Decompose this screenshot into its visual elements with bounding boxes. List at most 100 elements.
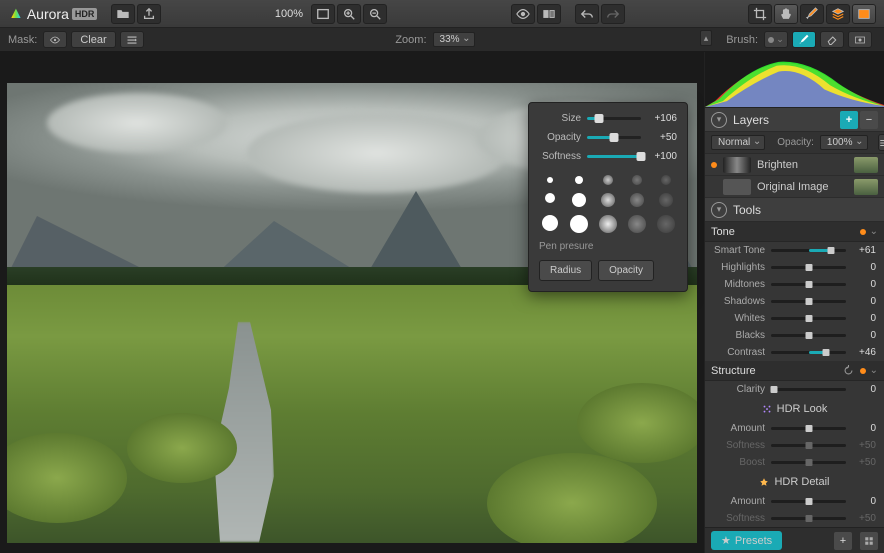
layers-disclosure-icon[interactable]: ▾ [711, 112, 727, 128]
layer-opacity-dropdown[interactable]: 100% [820, 135, 868, 150]
brush-softness-value: +100 [647, 151, 677, 162]
reset-icon[interactable] [843, 365, 854, 376]
brush-preset[interactable] [545, 193, 555, 203]
tone-slider[interactable] [771, 334, 846, 337]
histogram[interactable] [705, 52, 884, 108]
hdr-detail-slider[interactable] [771, 500, 846, 503]
tone-slider[interactable] [771, 317, 846, 320]
hdr-look-icon [762, 404, 772, 414]
histogram-tool-button[interactable] [852, 4, 876, 24]
brush-preset[interactable] [628, 215, 646, 233]
brush-label: Brush: [726, 34, 758, 46]
brush-preset[interactable] [630, 193, 644, 207]
hand-tool-button[interactable] [774, 4, 798, 24]
compare-button[interactable] [537, 4, 561, 24]
brush-preset[interactable] [661, 175, 671, 185]
top-toolbar: ▲ Aurora HDR 100% [0, 0, 884, 28]
layer-item-brighten[interactable]: Brighten [705, 154, 884, 176]
gradient-mask-button[interactable] [848, 31, 872, 48]
brush-preset[interactable] [601, 193, 615, 207]
structure-section-header[interactable]: Structure ⌄ [705, 361, 884, 381]
hdr-look-label: Boost [713, 457, 765, 468]
brush-preset[interactable] [632, 175, 642, 185]
tools-disclosure-icon[interactable]: ▾ [711, 202, 727, 218]
hdr-look-value: +50 [852, 440, 876, 451]
brush-preset[interactable] [659, 193, 673, 207]
hdr-look-label: Softness [713, 440, 765, 451]
fit-screen-button[interactable] [311, 4, 335, 24]
preset-menu-button[interactable] [860, 532, 878, 550]
brush-tool-button[interactable] [800, 4, 824, 24]
brush-preset[interactable] [547, 177, 553, 183]
paint-brush-button[interactable] [792, 31, 816, 48]
brush-preset[interactable] [570, 215, 588, 233]
layer-item-original[interactable]: Original Image [705, 176, 884, 198]
tools-panel-header: ▾ Tools [705, 198, 884, 222]
brush-size-slider[interactable] [587, 117, 641, 120]
brush-softness-slider[interactable] [587, 155, 641, 158]
add-layer-button[interactable]: + [840, 111, 858, 129]
tone-slider[interactable] [771, 300, 846, 303]
chevron-down-icon: ⌄ [870, 226, 878, 237]
sidebar-collapse-button[interactable]: ▴ [700, 30, 712, 46]
brush-opacity-label: Opacity [539, 132, 581, 143]
clear-mask-button[interactable]: Clear [71, 31, 115, 48]
layer-name: Original Image [757, 181, 829, 193]
brush-preset-grid [539, 170, 677, 233]
blend-mode-dropdown[interactable]: Normal [711, 135, 765, 150]
brush-opacity-slider[interactable] [587, 136, 641, 139]
tone-section-header[interactable]: Tone ⌄ [705, 222, 884, 242]
layer-active-icon [711, 162, 717, 168]
tools-scroll-area[interactable]: Tone ⌄ Smart Tone+61Highlights0Midtones0… [705, 222, 884, 527]
preview-toggle-button[interactable] [511, 4, 535, 24]
crop-tool-button[interactable] [748, 4, 772, 24]
tone-label: Blacks [713, 330, 765, 341]
brush-preset[interactable] [603, 175, 613, 185]
open-file-button[interactable] [111, 4, 135, 24]
zoom-in-button[interactable] [337, 4, 361, 24]
hdr-detail-value: 0 [852, 496, 876, 507]
layer-mask-thumb [723, 179, 751, 195]
hdr-look-slider[interactable] [771, 427, 846, 430]
layers-tool-button[interactable] [826, 4, 850, 24]
tone-slider[interactable] [771, 351, 846, 354]
brush-preset-dropdown[interactable]: ⌄ [764, 31, 788, 48]
brush-softness-label: Softness [539, 151, 581, 162]
brush-preset[interactable] [542, 215, 558, 231]
pen-opacity-button[interactable]: Opacity [598, 260, 654, 281]
remove-layer-button[interactable]: − [860, 111, 878, 129]
eraser-button[interactable] [820, 31, 844, 48]
hdr-look-row: Boost+50 [705, 454, 884, 471]
mask-options-dropdown[interactable] [120, 31, 144, 48]
mask-visibility-toggle[interactable] [43, 31, 67, 48]
clarity-slider[interactable] [771, 388, 846, 391]
presets-button[interactable]: ★ Presets [711, 531, 782, 550]
image-canvas[interactable]: Size +106 Opacity +50 Softness +100 [0, 52, 704, 553]
tone-slider[interactable] [771, 249, 846, 252]
zoom-out-button[interactable] [363, 4, 387, 24]
export-button[interactable] [137, 4, 161, 24]
tools-title: Tools [733, 203, 878, 217]
chevron-down-icon: ⌄ [870, 365, 878, 376]
brush-preset[interactable] [657, 215, 675, 233]
tone-label: Smart Tone [713, 245, 765, 256]
tone-slider[interactable] [771, 283, 846, 286]
hdr-detail-label: Softness [713, 513, 765, 524]
brush-preset[interactable] [572, 193, 586, 207]
add-preset-button[interactable]: + [834, 532, 852, 550]
tone-slider[interactable] [771, 266, 846, 269]
brush-settings-popover: Size +106 Opacity +50 Softness +100 [528, 102, 688, 292]
brush-preset[interactable] [599, 215, 617, 233]
layer-options-bar: Normal Opacity: 100% [705, 132, 884, 154]
layer-menu-button[interactable] [878, 134, 884, 151]
zoom-dropdown[interactable]: 33% [433, 32, 475, 47]
star-icon: ★ [721, 534, 731, 547]
mask-label: Mask: [8, 34, 37, 46]
hdr-detail-label: Amount [713, 496, 765, 507]
layer-mask-thumb [723, 157, 751, 173]
tone-row: Whites0 [705, 310, 884, 327]
redo-button[interactable] [601, 4, 625, 24]
undo-button[interactable] [575, 4, 599, 24]
pen-radius-button[interactable]: Radius [539, 260, 592, 281]
brush-preset[interactable] [575, 176, 583, 184]
